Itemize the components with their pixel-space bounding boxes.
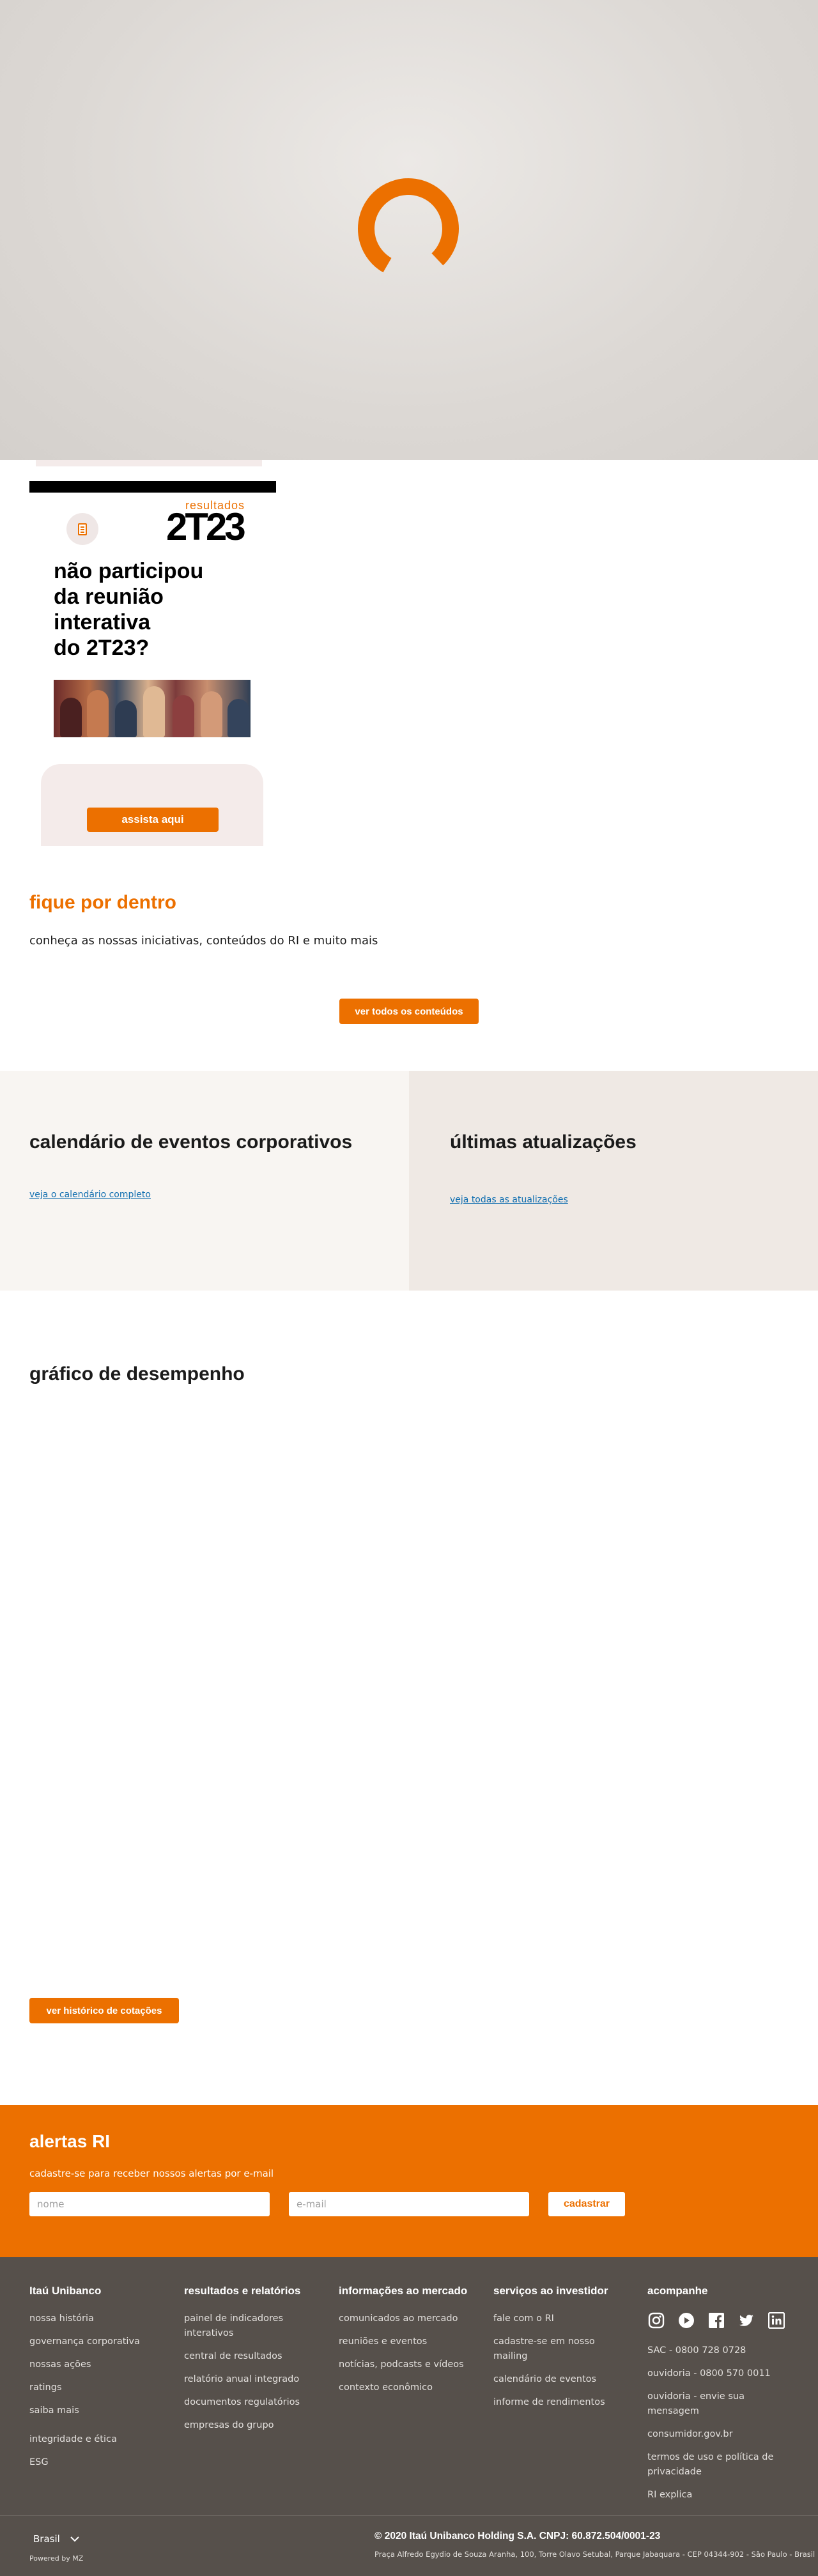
watch-here-button[interactable]: assista aqui <box>87 808 219 832</box>
footer-column-title: Itaú Unibanco <box>29 2285 102 2297</box>
chevron-down-icon <box>70 2533 79 2545</box>
calendar-link[interactable]: veja o calendário completo <box>29 1190 151 1200</box>
footer-link[interactable]: calendário de eventos <box>493 2372 621 2387</box>
section-title-fique: fique por dentro <box>29 892 176 913</box>
footer-link[interactable]: contexto econômico <box>339 2380 479 2395</box>
footer-link[interactable]: termos de uso e política de privacidade <box>647 2450 794 2480</box>
footer-link[interactable]: empresas do grupo <box>184 2418 312 2433</box>
alerts-title: alertas RI <box>29 2131 111 2151</box>
footer-column-title: serviços ao investidor <box>493 2285 608 2297</box>
footer-column-title: acompanhe <box>647 2285 708 2297</box>
loading-spinner-icon <box>358 178 459 279</box>
performance-chart-title: gráfico de desempenho <box>29 1363 245 1384</box>
footer-link[interactable]: cadastre-se em nosso mailing <box>493 2334 621 2364</box>
instagram-icon[interactable] <box>647 2312 665 2329</box>
email-input[interactable] <box>289 2192 529 2216</box>
promo-question: não participou da reunião interativa do … <box>54 559 204 660</box>
footer-column-title: resultados e relatórios <box>184 2285 301 2297</box>
footer-link[interactable]: comunicados ao mercado <box>339 2312 479 2326</box>
copyright: © 2020 Itaú Unibanco Holding S.A. CNPJ: … <box>374 2531 661 2542</box>
footer-column-results: resultados e relatórios painel de indica… <box>184 2285 312 2441</box>
promo-photo <box>54 680 251 737</box>
facebook-icon[interactable] <box>707 2312 725 2329</box>
address: Praça Alfredo Egydio de Souza Aranha, 10… <box>374 2550 815 2559</box>
youtube-icon[interactable] <box>677 2312 695 2329</box>
loading-overlay <box>0 0 818 460</box>
alerts-subtitle: cadastre-se para receber nossos alertas … <box>29 2168 274 2179</box>
updates-title: últimas atualizações <box>450 1131 637 1153</box>
results-period: 2T23 <box>166 505 246 548</box>
footer-link[interactable]: nossa história <box>29 2312 170 2326</box>
linkedin-icon[interactable] <box>768 2312 785 2329</box>
footer-link[interactable]: ouvidoria - envie sua mensagem <box>647 2389 794 2419</box>
footer-link[interactable]: integridade e ética <box>29 2432 170 2447</box>
footer-link[interactable]: consumidor.gov.br <box>647 2427 794 2442</box>
updates-link[interactable]: veja todas as atualizações <box>450 1195 568 1205</box>
calendar-panel: calendário de eventos corporativos veja … <box>0 1071 409 1291</box>
promo-black-bar <box>29 481 276 493</box>
quote-history-button[interactable]: ver histórico de cotações <box>29 1998 179 2023</box>
footer: Itaú Unibanco nossa história governança … <box>0 2257 818 2576</box>
footer-link[interactable]: RI explica <box>647 2488 794 2503</box>
footer-column-title: informações ao mercado <box>339 2285 468 2297</box>
footer-divider <box>0 2515 818 2516</box>
promo-card-bottom <box>41 764 263 846</box>
footer-column-itau: Itaú Unibanco nossa história governança … <box>29 2285 170 2478</box>
powered-by: Powered by MZ <box>29 2554 84 2563</box>
footer-link[interactable]: ESG <box>29 2455 170 2470</box>
footer-link[interactable]: relatório anual integrado <box>184 2372 312 2387</box>
subscribe-button[interactable]: cadastrar <box>548 2192 625 2216</box>
document-icon <box>66 513 98 545</box>
updates-panel: últimas atualizações veja todas as atual… <box>409 1071 818 1291</box>
footer-link[interactable]: notícias, podcasts e vídeos <box>339 2358 479 2372</box>
footer-column-investor: serviços ao investidor fale com o RI cad… <box>493 2285 621 2418</box>
footer-link[interactable]: central de resultados <box>184 2349 312 2364</box>
footer-link[interactable]: fale com o RI <box>493 2312 621 2326</box>
see-all-content-button[interactable]: ver todos os conteúdos <box>339 999 479 1024</box>
footer-link[interactable]: saiba mais <box>29 2404 170 2418</box>
footer-link[interactable]: nossas ações <box>29 2358 170 2372</box>
section-subtitle-fique: conheça as nossas iniciativas, conteúdos… <box>29 934 378 947</box>
country-selector[interactable]: Brasil <box>33 2533 79 2545</box>
footer-link[interactable]: ouvidoria - 0800 570 0011 <box>647 2366 794 2381</box>
footer-link[interactable]: documentos regulatórios <box>184 2395 312 2410</box>
country-label: Brasil <box>33 2533 60 2545</box>
footer-link[interactable]: SAC - 0800 728 0728 <box>647 2343 794 2358</box>
footer-link[interactable]: painel de indicadores interativos <box>184 2312 312 2341</box>
twitter-icon[interactable] <box>737 2312 755 2329</box>
social-links <box>647 2312 794 2329</box>
alerts-section: alertas RI cadastre-se para receber noss… <box>0 2105 818 2257</box>
name-input[interactable] <box>29 2192 270 2216</box>
footer-link[interactable]: informe de rendimentos <box>493 2395 621 2410</box>
footer-link[interactable]: ratings <box>29 2380 170 2395</box>
footer-link[interactable]: governança corporativa <box>29 2334 170 2349</box>
footer-column-market: informações ao mercado comunicados ao me… <box>339 2285 479 2404</box>
footer-link[interactable]: reuniões e eventos <box>339 2334 479 2349</box>
calendar-title: calendário de eventos corporativos <box>29 1131 353 1153</box>
footer-column-follow: acompanhe SAC - 0800 728 0728 ouvidoria … <box>647 2285 794 2511</box>
